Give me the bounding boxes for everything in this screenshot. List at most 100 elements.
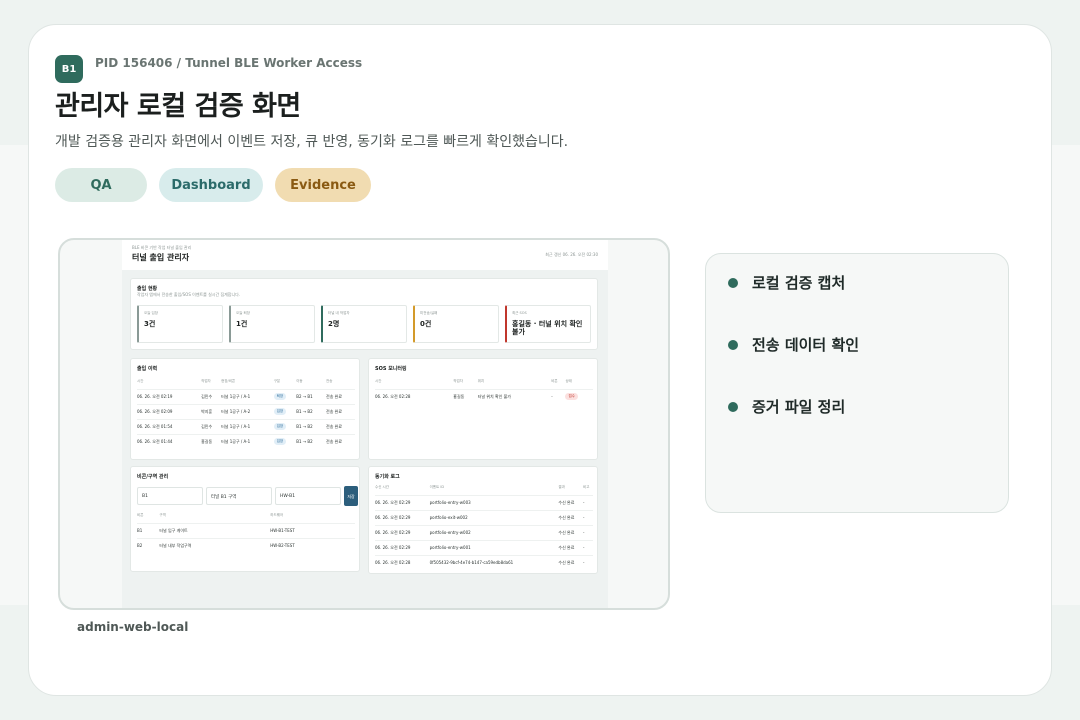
column-header: 구분 <box>273 379 281 384</box>
table-row[interactable]: 06. 26. 오전 02:19 김민수 터널 1공구 / A-1 퇴장 B2 … <box>137 388 355 404</box>
access-log-panel: 출입 이력 시간 작업자 현장/비콘 구분 이동 전송 06. 26. 오전 0… <box>130 358 360 460</box>
cell-time: 06. 26. 오전 02:28 <box>375 388 454 404</box>
cell-note: - <box>583 509 593 525</box>
stat-card: 터널 내 작업자 2명 <box>321 305 407 343</box>
zone-name-input[interactable]: 터널 B1 구역 <box>206 487 272 505</box>
cell-type: 입장 <box>273 403 297 419</box>
table-row[interactable]: 06. 26. 오전 02:28 홍길동 터널 위치 확인 불가 - 접수 <box>375 388 593 404</box>
column-header: 구역 <box>159 513 166 518</box>
cell-move: B1 → B2 <box>296 418 327 434</box>
stat-card: 미전송/실패 0건 <box>413 305 499 343</box>
column-header: 시간 <box>137 379 144 384</box>
column-header: 비콘 <box>137 513 144 518</box>
cell-note: - <box>583 554 593 570</box>
cell-sent: 전송 완료 <box>326 433 355 449</box>
stat-value: 3건 <box>144 320 156 328</box>
column-header: 시간 <box>375 379 382 384</box>
cell-time: 06. 26. 오전 01:44 <box>137 433 202 449</box>
column-header: 위치 <box>477 379 485 384</box>
checklist-item: 전송 데이터 확인 <box>728 334 859 355</box>
table-row[interactable]: 06. 26. 오전 02:29 portfolio-entry-w003 수신… <box>375 494 593 510</box>
bullet-dot-icon <box>728 401 738 412</box>
cell-result: 수신 완료 <box>558 524 584 540</box>
cell-worker: 김민수 <box>201 418 222 434</box>
stat-value: 1건 <box>236 320 248 328</box>
tag-evidence[interactable]: Evidence <box>275 168 371 202</box>
sos-table: 시간 작업자 위치 비콘 상태 06. 26. 오전 02:28 홍길동 터널 … <box>375 375 593 404</box>
cell-worker: 홍길동 <box>453 388 478 404</box>
stat-label: 터널 내 작업자 <box>328 311 350 315</box>
table-row[interactable]: B2 터널 내부 작업구역 HW-B2-TEST <box>137 537 355 553</box>
cell-time: 06. 26. 오전 02:29 <box>375 509 430 525</box>
column-header: 작업자 <box>453 379 463 384</box>
cell-time: 06. 26. 오전 02:29 <box>375 524 430 540</box>
access-log-table: 시간 작업자 현장/비콘 구분 이동 전송 06. 26. 오전 02:19 김… <box>137 375 355 449</box>
table-row[interactable]: B1 터널 입구 게이트 HW-B1-TEST <box>137 522 355 538</box>
stat-label: 미전송/실패 <box>420 311 438 315</box>
cell-site: 터널 1공구 / A-1 <box>221 433 274 449</box>
cell-note: - <box>583 539 593 555</box>
checklist-label: 로컬 검증 캡처 <box>752 274 846 292</box>
hardware-id-input[interactable]: HW-B1 <box>275 487 341 505</box>
admin-screen: BLE 비콘 기반 작업 터널 출입 관리 터널 출입 관리자 최근 갱신 06… <box>122 240 608 608</box>
cell-move: B1 → B2 <box>296 403 327 419</box>
column-header: 상태 <box>565 379 572 384</box>
checklist-label: 증거 파일 정리 <box>752 398 846 416</box>
stat-value: 0건 <box>420 320 432 328</box>
cell-hardware: HW-B1-TEST <box>270 522 355 538</box>
cell-time: 06. 26. 오전 02:29 <box>375 539 430 555</box>
table-row[interactable]: 06. 26. 오전 01:44 홍길동 터널 1공구 / A-1 입장 B1 … <box>137 433 355 449</box>
overview-title: 출입 현황 <box>137 286 158 292</box>
cell-type: 입장 <box>273 433 297 449</box>
beacon-title: 비콘/구역 관리 <box>137 474 169 480</box>
type-badge: 입장 <box>273 408 287 415</box>
column-header: 하드웨어 <box>270 513 284 518</box>
access-log-title: 출입 이력 <box>137 366 158 372</box>
cell-event-id: portfolio-exit-w002 <box>429 509 559 525</box>
tag-qa[interactable]: QA <box>55 168 147 202</box>
cell-sent: 전송 완료 <box>326 403 355 419</box>
cell-note: - <box>583 524 593 540</box>
cell-zone: 터널 내부 작업구역 <box>159 537 271 553</box>
column-header: 이벤트 ID <box>429 485 445 490</box>
column-header: 결과 <box>558 485 565 490</box>
admin-title: 터널 출입 관리자 <box>132 253 190 262</box>
sync-log-panel: 동기화 로그 수신 시간 이벤트 ID 결과 비고 06. 26. 오전 02:… <box>368 466 598 574</box>
type-badge: 입장 <box>273 423 287 430</box>
checklist-item: 로컬 검증 캡처 <box>728 272 845 293</box>
table-row[interactable]: 06. 26. 오전 02:28 0f505432-9bcf-4e74-b147… <box>375 554 593 570</box>
table-row[interactable]: 06. 26. 오전 02:29 portfolio-entry-w002 수신… <box>375 524 593 540</box>
cell-time: 06. 26. 오전 02:29 <box>375 494 430 510</box>
bullet-dot-icon <box>728 277 738 288</box>
stat-card: 최근 SOS 홍길동 · 터널 위치 확인 불가 <box>505 305 591 343</box>
cell-hardware: HW-B2-TEST <box>270 537 355 553</box>
beacon-id-input[interactable]: B1 <box>137 487 203 505</box>
table-row[interactable]: 06. 26. 오전 01:54 김민수 터널 1공구 / A-1 입장 B1 … <box>137 418 355 434</box>
cell-worker: 홍길동 <box>201 433 222 449</box>
page-title: 관리자 로컬 검증 화면 <box>55 91 301 122</box>
cell-time: 06. 26. 오전 02:28 <box>375 554 430 570</box>
column-header: 작업자 <box>201 379 211 384</box>
table-row[interactable]: 06. 26. 오전 02:29 portfolio-exit-w002 수신 … <box>375 509 593 525</box>
project-id: PID 156406 / Tunnel BLE Worker Access <box>95 56 363 70</box>
cell-type: 입장 <box>273 418 297 434</box>
table-row[interactable]: 06. 26. 오전 02:29 portfolio-entry-w001 수신… <box>375 539 593 555</box>
cell-result: 수신 완료 <box>558 554 584 570</box>
cell-move: B2 → B1 <box>296 388 327 404</box>
stat-card: 오늘 입장 3건 <box>137 305 223 343</box>
tag-dashboard[interactable]: Dashboard <box>159 168 263 202</box>
column-header: 현장/비콘 <box>221 379 236 384</box>
table-row[interactable]: 06. 26. 오전 02:09 박지훈 터널 1공구 / A-2 입장 B1 … <box>137 403 355 419</box>
save-button[interactable]: 저장 <box>344 486 358 506</box>
cell-site: 터널 1공구 / A-1 <box>221 418 274 434</box>
checklist-panel: 로컬 검증 캡처 전송 데이터 확인 증거 파일 정리 <box>705 253 1009 513</box>
column-header: 비고 <box>583 485 590 490</box>
stat-value: 홍길동 · 터널 위치 확인 불가 <box>512 320 583 336</box>
cell-time: 06. 26. 오전 02:09 <box>137 403 202 419</box>
cell-zone: 터널 입구 게이트 <box>159 522 271 538</box>
cell-time: 06. 26. 오전 02:19 <box>137 388 202 404</box>
cell-move: B1 → B2 <box>296 433 327 449</box>
type-badge: 입장 <box>273 438 287 446</box>
cell-beacon: - <box>551 388 566 404</box>
screenshot-caption: admin-web-local <box>77 620 189 634</box>
